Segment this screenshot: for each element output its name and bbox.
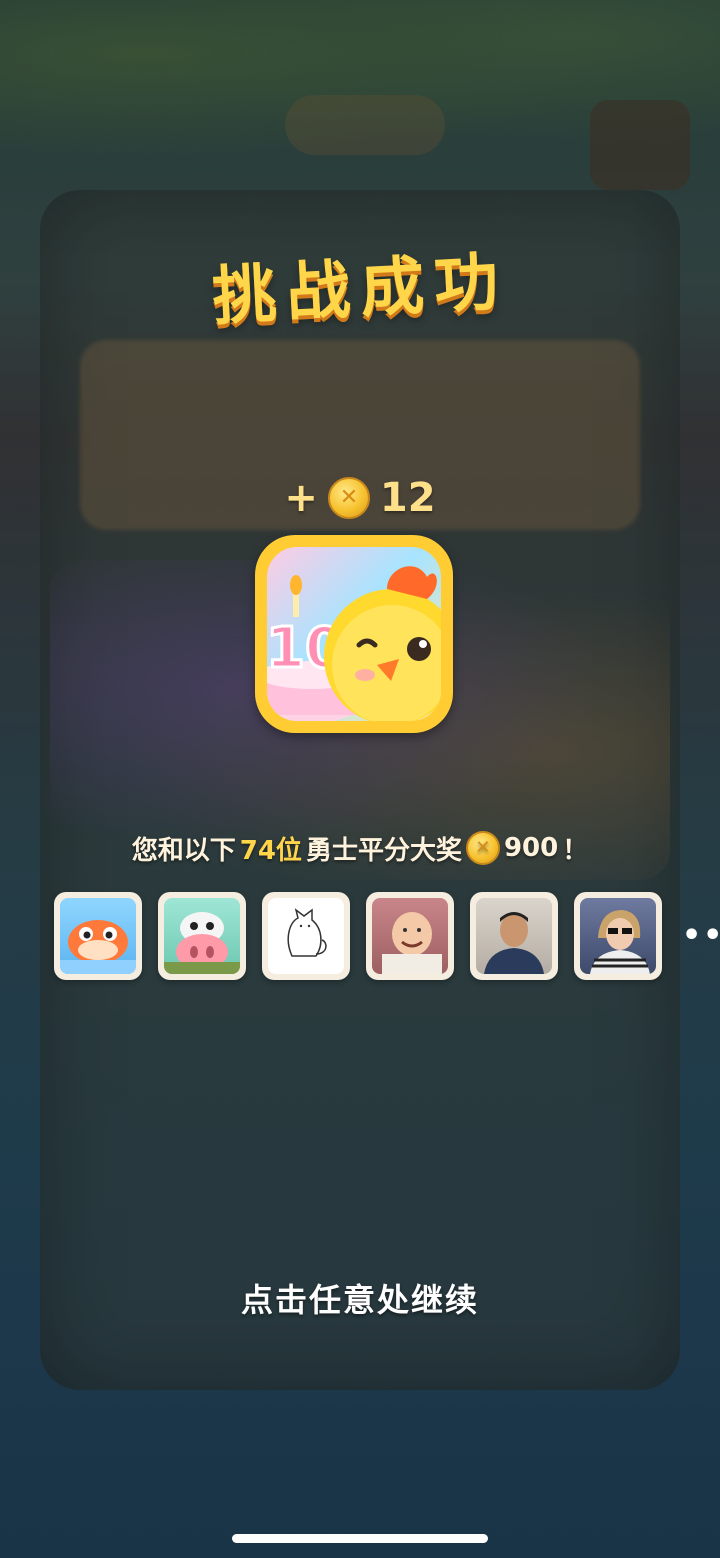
winners-avatar-list: ••• [54,892,720,980]
home-indicator[interactable] [232,1534,488,1543]
coin-icon: ✕ [327,477,370,519]
share-text-suffix: ！ [562,835,589,866]
more-avatars-indicator[interactable]: ••• [682,921,720,951]
share-text-part1: 您和以下 [131,835,236,866]
puffer-fish-avatar[interactable] [54,892,142,980]
reward-row: + ✕ 12 [0,470,720,526]
share-text-part2: 勇士平分大奖 [305,835,462,866]
tap-to-continue-label[interactable]: 点击任意处继续 [0,1275,720,1321]
reward-amount: 12 [379,475,436,521]
coin-icon: ✕ [465,831,500,865]
cow-avatar[interactable] [158,892,246,980]
cat-sketch-avatar[interactable] [262,892,350,980]
app-icon-chick-birthday: 10 [255,535,453,733]
man-photo-avatar[interactable] [470,892,558,980]
prize-share-text: 您和以下 74位 勇士平分大奖 ✕ 900 ！ [0,828,720,868]
baby-photo-avatar[interactable] [366,892,454,980]
woman-photo-avatar[interactable] [574,892,662,980]
prize-amount: 900 [503,833,559,863]
warrior-count: 74位 [239,835,302,866]
challenge-success-title: 挑战成功 [210,245,511,335]
reward-prefix: + [284,475,318,521]
chick-birthday-illustration: 10 [267,566,441,721]
